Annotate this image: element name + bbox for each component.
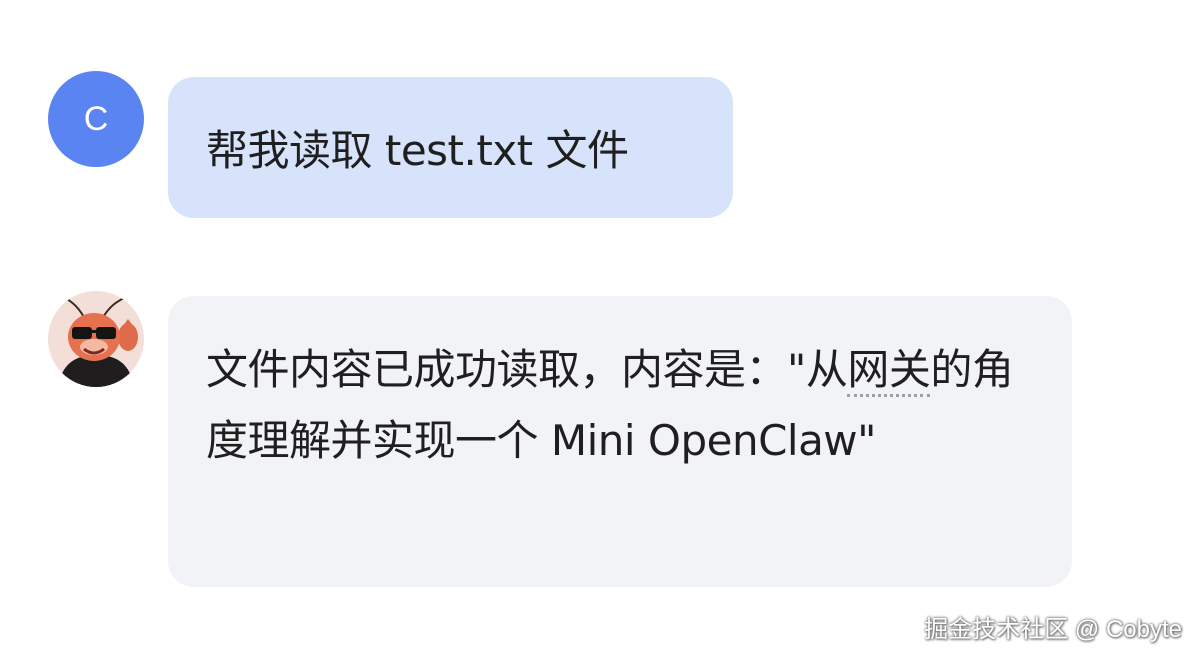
user-avatar[interactable]: C [48, 71, 144, 167]
watermark: 掘金技术社区 @ Cobyte [924, 616, 1182, 643]
user-message-bubble: 帮我读取 test.txt 文件 [168, 77, 733, 218]
user-avatar-initial: C [83, 99, 109, 138]
bot-message-highlighted-term[interactable]: 网关 [847, 345, 931, 397]
lobster-mascot-icon [48, 291, 144, 387]
user-message-text: 帮我读取 test.txt 文件 [206, 126, 629, 175]
bot-message-text: 文件内容已成功读取，内容是："从网关的角度理解并实现一个 Mini OpenCl… [206, 334, 1032, 476]
bot-message-bubble: 文件内容已成功读取，内容是："从网关的角度理解并实现一个 Mini OpenCl… [168, 296, 1072, 587]
bot-message-text-part-1: 文件内容已成功读取，内容是："从 [206, 345, 848, 394]
bot-avatar[interactable] [48, 291, 144, 387]
